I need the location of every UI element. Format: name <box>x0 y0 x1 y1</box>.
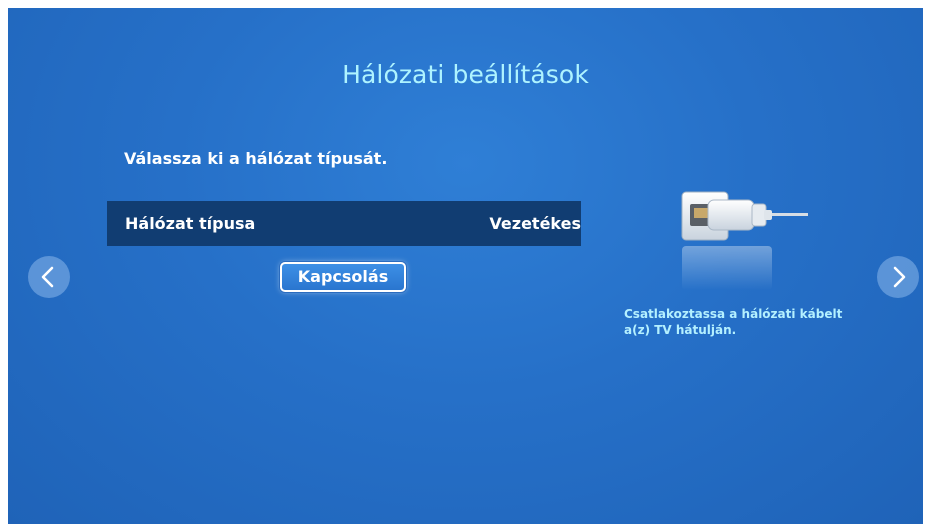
ethernet-cable-icon <box>668 186 808 296</box>
network-settings-screen: Hálózati beállítások Válassza ki a hálóz… <box>8 8 923 524</box>
connect-button[interactable]: Kapcsolás <box>280 262 406 292</box>
next-page-button[interactable] <box>877 256 919 298</box>
previous-page-button[interactable] <box>28 256 70 298</box>
chevron-left-icon <box>41 266 54 288</box>
network-type-label: Hálózat típusa <box>125 214 256 233</box>
chevron-right-icon <box>893 266 906 288</box>
network-type-selector[interactable]: Hálózat típusa Vezetékes <box>107 201 581 246</box>
network-type-value: Vezetékes <box>489 214 581 233</box>
page-title: Hálózati beállítások <box>342 60 589 89</box>
instruction-text: Válassza ki a hálózat típusát. <box>124 149 388 168</box>
help-text: Csatlakoztassa a hálózati kábelt a(z) TV… <box>624 307 843 337</box>
